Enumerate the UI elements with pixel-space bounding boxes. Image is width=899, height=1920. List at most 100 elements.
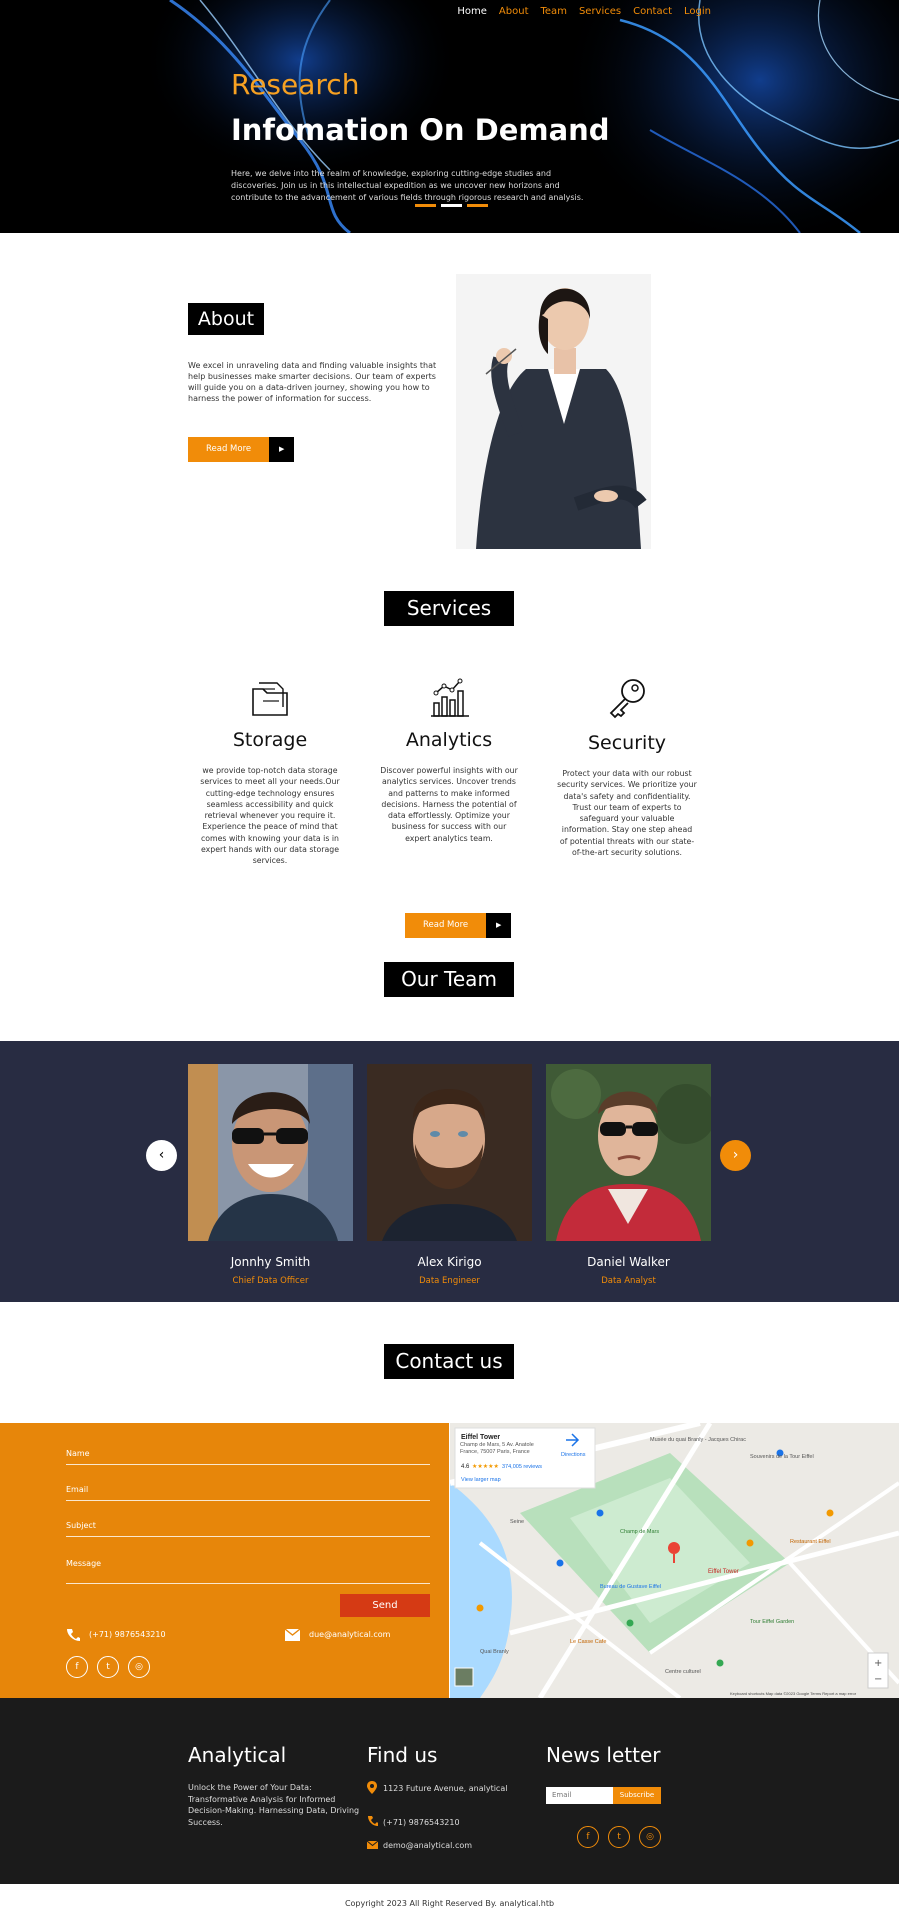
services-heading: Services bbox=[384, 591, 514, 626]
google-map[interactable]: Eiffel Tower Champ de Mars Seine Souveni… bbox=[450, 1423, 899, 1698]
map-satellite-toggle[interactable] bbox=[454, 1667, 474, 1687]
footer-email: demo@analytical.com bbox=[383, 1841, 473, 1850]
map-label: Musée du quai Branly - Jacques Chirac bbox=[650, 1437, 746, 1443]
map-reviews-link[interactable]: 374,005 reviews bbox=[502, 1464, 542, 1470]
map-label: Centre culturel bbox=[665, 1669, 701, 1675]
footer-find-heading: Find us bbox=[367, 1743, 438, 1767]
footer-address: 1123 Future Avenue, analytical bbox=[383, 1784, 508, 1793]
map-attribution: Keyboard shortcuts Map data ©2023 Google… bbox=[730, 1691, 857, 1696]
chart-icon bbox=[431, 678, 469, 717]
instagram-icon[interactable]: ◎ bbox=[128, 1656, 150, 1678]
map-larger-link[interactable]: View larger map bbox=[461, 1477, 501, 1483]
member-role: Chief Data Officer bbox=[232, 1276, 309, 1286]
service-security: Security Protect your data with our robu… bbox=[557, 732, 697, 858]
carousel-indicators bbox=[415, 204, 488, 207]
footer-brand: Analytical bbox=[188, 1743, 287, 1767]
carousel-dot[interactable] bbox=[415, 204, 436, 207]
key-icon bbox=[609, 679, 645, 719]
name-field[interactable]: Name bbox=[66, 1449, 430, 1465]
map-place-address: Champ de Mars, 5 Av. Anatole France, 750… bbox=[460, 1442, 534, 1455]
facebook-icon[interactable]: f bbox=[577, 1826, 599, 1848]
footer-brand-text: Unlock the Power of Your Data: Transform… bbox=[188, 1783, 360, 1827]
carousel-prev-button[interactable]: ‹ bbox=[146, 1140, 177, 1171]
businesswoman-photo bbox=[456, 274, 651, 549]
hero-banner: Home About Team Services Contact Login R… bbox=[0, 0, 899, 233]
folder-icon bbox=[252, 682, 288, 716]
zoom-out-icon[interactable]: − bbox=[874, 1674, 882, 1685]
phone-icon bbox=[67, 1629, 80, 1641]
team-section: ‹ › Jonnhy Smith Chief Data Officer Alex… bbox=[0, 1041, 899, 1302]
member-name: Alex Kirigo bbox=[417, 1255, 482, 1269]
team-member-card[interactable]: Alex Kirigo Data Engineer bbox=[367, 1064, 532, 1286]
team-member-card[interactable]: Daniel Walker Data Analyst bbox=[546, 1064, 716, 1286]
member-photo bbox=[546, 1064, 716, 1241]
member-photo bbox=[188, 1064, 353, 1241]
service-title: Security bbox=[587, 732, 667, 754]
member-photo bbox=[367, 1064, 532, 1241]
team-member-card[interactable]: Jonnhy Smith Chief Data Officer bbox=[188, 1064, 353, 1286]
carousel-dot[interactable] bbox=[467, 204, 488, 207]
twitter-icon[interactable]: t bbox=[608, 1826, 630, 1848]
subject-field[interactable]: Subject bbox=[66, 1521, 430, 1537]
envelope-icon bbox=[285, 1629, 300, 1641]
service-analytics: Analytics Discover powerful insights wit… bbox=[379, 729, 519, 844]
contact-phone: (+71) 9876543210 bbox=[89, 1630, 166, 1639]
about-text: We excel in unraveling data and finding … bbox=[188, 361, 437, 403]
location-pin-icon bbox=[367, 1781, 377, 1794]
hero-title: Infomation On Demand bbox=[231, 113, 610, 147]
member-role: Data Analyst bbox=[601, 1276, 656, 1286]
carousel-next-button[interactable]: › bbox=[720, 1140, 751, 1171]
message-field[interactable]: Message bbox=[66, 1559, 430, 1584]
play-arrow-icon: ▶ bbox=[269, 437, 295, 462]
service-storage: Storage we provide top-notch data storag… bbox=[200, 729, 340, 867]
hero-subtitle: Research bbox=[231, 68, 360, 101]
nav-home[interactable]: Home bbox=[457, 6, 487, 17]
member-name: Jonnhy Smith bbox=[230, 1255, 311, 1269]
service-title: Storage bbox=[232, 729, 308, 751]
subscribe-button[interactable]: Subscribe bbox=[613, 1787, 661, 1804]
twitter-icon[interactable]: t bbox=[97, 1656, 119, 1678]
map-label: Champ de Mars bbox=[620, 1529, 659, 1535]
nav-login[interactable]: Login bbox=[684, 6, 711, 17]
member-role: Data Engineer bbox=[419, 1276, 480, 1286]
map-label: Seine bbox=[510, 1519, 524, 1525]
facebook-icon[interactable]: f bbox=[66, 1656, 88, 1678]
carousel-dot-active[interactable] bbox=[441, 204, 462, 207]
nav-about[interactable]: About bbox=[499, 6, 529, 17]
read-more-label: Read More bbox=[188, 437, 270, 462]
map-label: Bureau de Gustave Eiffel bbox=[600, 1584, 661, 1590]
contact-heading: Contact us bbox=[384, 1344, 514, 1379]
map-label-eiffel: Eiffel Tower bbox=[708, 1569, 739, 1575]
copyright-text: Copyright 2023 All Right Reserved By. an… bbox=[344, 1899, 555, 1908]
service-text: we provide top-notch data storage servic… bbox=[200, 766, 340, 866]
send-button[interactable]: Send bbox=[340, 1594, 430, 1617]
footer-phone: (+71) 9876543210 bbox=[383, 1818, 460, 1827]
zoom-in-icon[interactable]: + bbox=[874, 1658, 882, 1669]
envelope-icon bbox=[367, 1841, 378, 1849]
newsletter-email-input[interactable]: Email bbox=[546, 1787, 613, 1804]
nav-services[interactable]: Services bbox=[579, 6, 621, 17]
play-arrow-icon: ▶ bbox=[486, 913, 512, 938]
about-read-more-button[interactable]: Read More ▶ bbox=[188, 437, 295, 462]
nav-team[interactable]: Team bbox=[541, 6, 567, 17]
map-label: Tour Eiffel Garden bbox=[750, 1619, 794, 1625]
map-place-title: Eiffel Tower bbox=[461, 1434, 500, 1441]
member-name: Daniel Walker bbox=[587, 1255, 670, 1269]
services-read-more-button[interactable]: Read More ▶ bbox=[405, 913, 512, 938]
instagram-icon[interactable]: ◎ bbox=[639, 1826, 661, 1848]
contact-email: due@analytical.com bbox=[309, 1630, 391, 1639]
phone-icon bbox=[368, 1816, 378, 1826]
nav-contact[interactable]: Contact bbox=[633, 6, 672, 17]
footer-newsletter-heading: News letter bbox=[546, 1743, 661, 1767]
hero-text: Here, we delve into the realm of knowled… bbox=[231, 169, 584, 202]
about-heading: About bbox=[188, 303, 264, 335]
email-field[interactable]: Email bbox=[66, 1485, 430, 1501]
map-directions-link[interactable]: Directions bbox=[561, 1452, 586, 1458]
top-nav: Home About Team Services Contact Login bbox=[457, 6, 711, 17]
map-label: Souvenirs de la Tour Eiffel bbox=[750, 1454, 814, 1460]
read-more-label: Read More bbox=[405, 913, 487, 938]
map-label: Le Casse Cafe bbox=[570, 1639, 606, 1645]
map-rating: 4.6 bbox=[461, 1464, 470, 1470]
map-label: Quai Branly bbox=[480, 1649, 509, 1655]
service-text: Discover powerful insights with our anal… bbox=[380, 766, 518, 843]
